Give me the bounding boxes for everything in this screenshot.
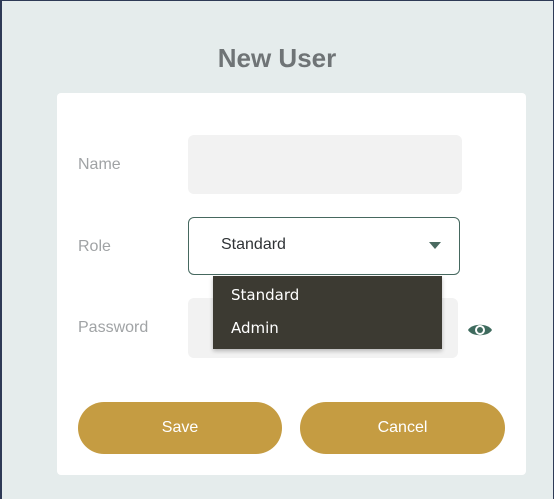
name-input[interactable] (188, 135, 462, 194)
window-frame-left (0, 0, 2, 499)
role-label: Role (78, 238, 111, 255)
role-select-value: Standard (221, 236, 286, 253)
dialog-title: New User (217, 43, 337, 73)
role-option-admin[interactable]: Admin (231, 319, 279, 337)
save-button[interactable]: Save (78, 402, 282, 454)
role-dropdown-menu: Standard Admin (213, 276, 442, 349)
window-frame-top (0, 0, 554, 1)
name-label: Name (78, 156, 121, 173)
cancel-button[interactable]: Cancel (300, 402, 505, 454)
password-label: Password (78, 319, 149, 336)
chevron-down-icon[interactable] (429, 242, 441, 249)
role-select[interactable]: Standard (188, 217, 460, 275)
eye-icon[interactable] (467, 320, 493, 340)
role-option-standard[interactable]: Standard (231, 286, 299, 304)
